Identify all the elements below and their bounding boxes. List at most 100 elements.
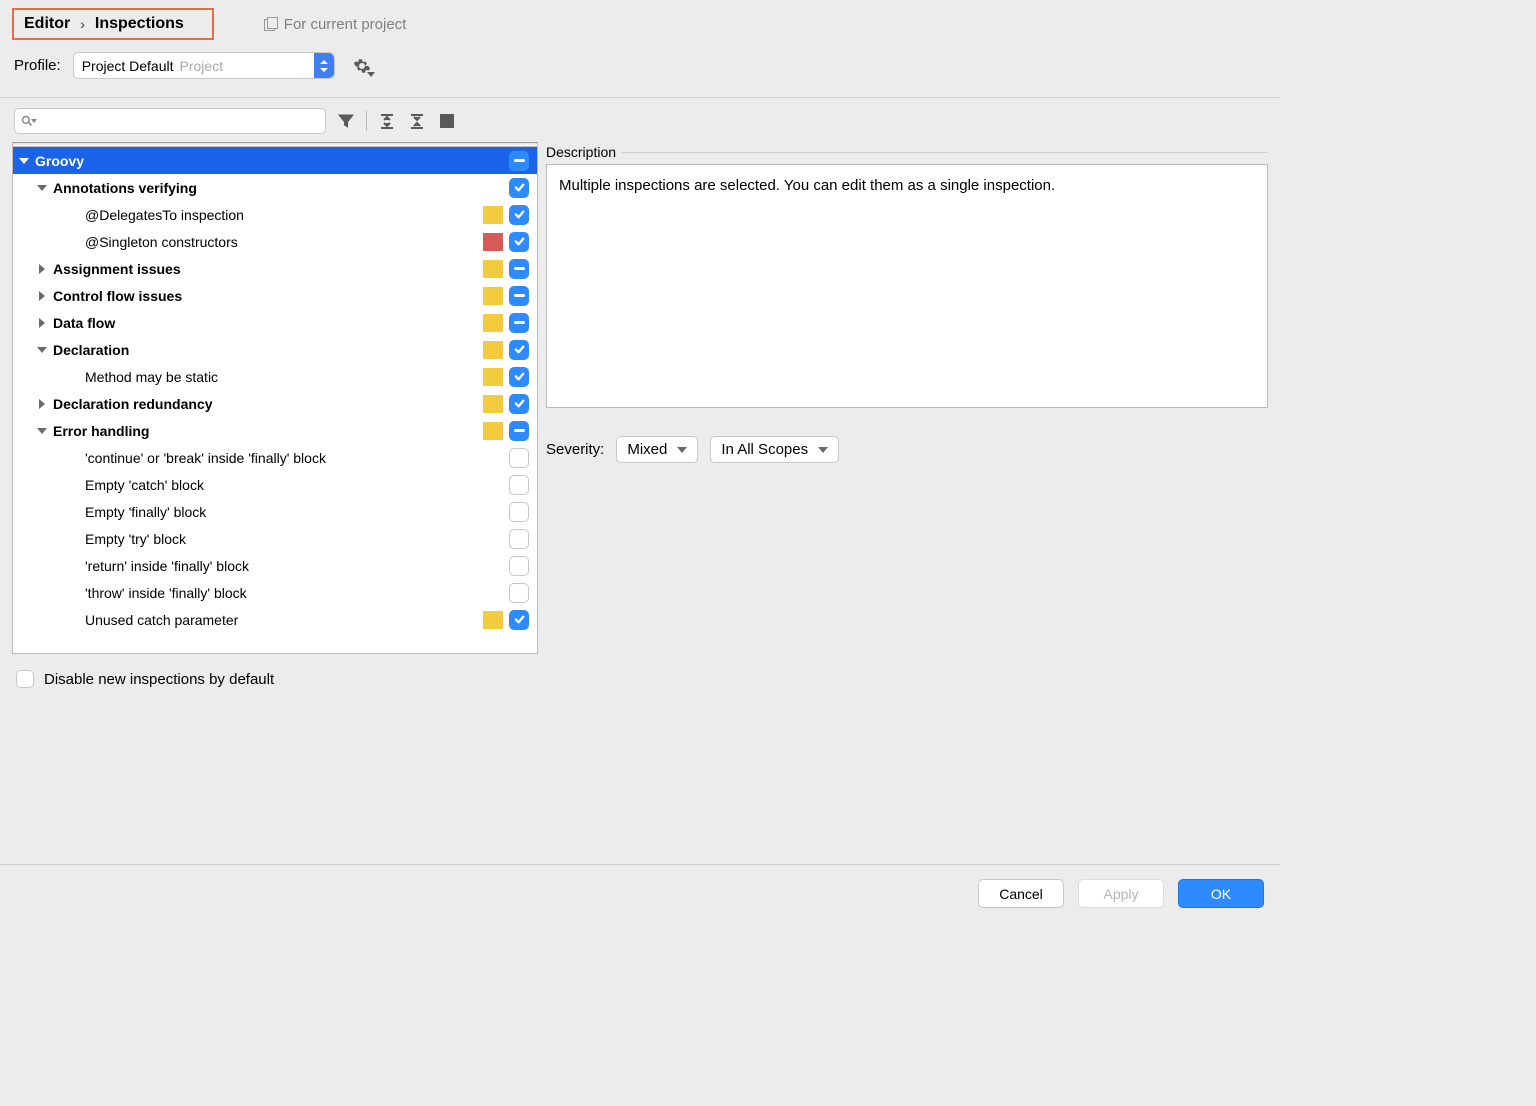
project-icon <box>264 17 278 31</box>
severity-warning-icon <box>483 260 503 278</box>
checkbox-off[interactable] <box>509 556 529 576</box>
tree-group-controlflow[interactable]: Control flow issues <box>13 282 537 309</box>
tree-item[interactable]: @Singleton constructors <box>13 228 537 255</box>
checkbox-off[interactable] <box>509 502 529 522</box>
tree-label: 'throw' inside 'finally' block <box>81 585 509 601</box>
tree-item[interactable]: Empty 'catch' block <box>13 471 537 498</box>
severity-label: Severity: <box>546 441 604 458</box>
tree-label: Annotations verifying <box>49 180 509 196</box>
checkbox-on[interactable] <box>509 367 529 387</box>
profile-settings-button[interactable] <box>353 57 371 75</box>
tree-item[interactable]: Unused catch parameter <box>13 606 537 633</box>
chevron-down-icon <box>37 185 47 191</box>
tree-item[interactable]: 'continue' or 'break' inside 'finally' b… <box>13 444 537 471</box>
severity-warning-icon <box>483 206 503 224</box>
checkbox-off[interactable] <box>509 448 529 468</box>
chevron-down-icon <box>37 347 47 353</box>
checkbox-mixed[interactable] <box>509 259 529 279</box>
tree-group-decl-redundancy[interactable]: Declaration redundancy <box>13 390 537 417</box>
chevron-down-icon <box>31 119 37 123</box>
tree-group-declaration[interactable]: Declaration <box>13 336 537 363</box>
tree-label: Declaration redundancy <box>49 396 483 412</box>
for-current-project-text: For current project <box>284 16 407 33</box>
breadcrumb-inspections[interactable]: Inspections <box>95 15 184 33</box>
filter-button[interactable] <box>336 111 356 131</box>
checkbox-mixed[interactable] <box>509 286 529 306</box>
tree-label: Declaration <box>49 342 483 358</box>
chevron-down-icon <box>367 72 375 77</box>
tree-label: Assignment issues <box>49 261 483 277</box>
tree-item[interactable]: @DelegatesTo inspection <box>13 201 537 228</box>
chevron-right-icon: › <box>80 16 85 32</box>
tree-label: Control flow issues <box>49 288 483 304</box>
divider <box>622 152 1268 153</box>
chevron-right-icon <box>39 264 45 274</box>
scope-select[interactable]: In All Scopes <box>710 436 839 463</box>
severity-warning-icon <box>483 341 503 359</box>
checkbox-mixed[interactable] <box>509 421 529 441</box>
chevron-down-icon <box>19 158 29 164</box>
profile-select[interactable]: Project Default Project <box>73 52 335 79</box>
severity-warning-icon <box>483 395 503 413</box>
profile-select-value: Project Default <box>82 58 174 74</box>
severity-warning-icon <box>483 368 503 386</box>
severity-error-icon <box>483 233 503 251</box>
checkbox-on[interactable] <box>509 205 529 225</box>
checkbox-on[interactable] <box>509 232 529 252</box>
disable-new-inspections-label: Disable new inspections by default <box>44 671 274 688</box>
severity-warning-icon <box>483 611 503 629</box>
search-input[interactable] <box>14 108 326 134</box>
checkbox-on[interactable] <box>509 178 529 198</box>
collapse-all-button[interactable] <box>407 111 427 131</box>
apply-button: Apply <box>1078 879 1164 908</box>
expand-all-button[interactable] <box>377 111 397 131</box>
checkbox-on[interactable] <box>509 394 529 414</box>
ok-button[interactable]: OK <box>1178 879 1264 908</box>
tree-label: Groovy <box>31 153 509 169</box>
tree-label: Method may be static <box>81 369 483 385</box>
disable-new-inspections-checkbox[interactable] <box>16 670 34 688</box>
tree-label: Empty 'finally' block <box>81 504 509 520</box>
severity-warning-icon <box>483 287 503 305</box>
checkbox-off[interactable] <box>509 583 529 603</box>
tree-group-error-handling[interactable]: Error handling <box>13 417 537 444</box>
checkbox-on[interactable] <box>509 610 529 630</box>
scope-value: In All Scopes <box>721 441 808 458</box>
checkbox-mixed[interactable] <box>509 313 529 333</box>
chevron-right-icon <box>39 318 45 328</box>
severity-value: Mixed <box>627 441 667 458</box>
checkbox-mixed[interactable] <box>509 151 529 171</box>
chevron-down-icon <box>818 447 828 453</box>
tree-label: Empty 'try' block <box>81 531 509 547</box>
profile-select-scope: Project <box>180 58 224 74</box>
severity-select[interactable]: Mixed <box>616 436 698 463</box>
tree-label: Error handling <box>49 423 483 439</box>
divider <box>366 111 367 131</box>
tree-item[interactable]: 'return' inside 'finally' block <box>13 552 537 579</box>
severity-warning-icon <box>483 314 503 332</box>
inspections-tree[interactable]: Groovy Annotations verifying @DelegatesT… <box>12 142 538 654</box>
tree-label: 'return' inside 'finally' block <box>81 558 509 574</box>
tree-item[interactable]: Empty 'finally' block <box>13 498 537 525</box>
tree-group-dataflow[interactable]: Data flow <box>13 309 537 336</box>
tree-group-assignment[interactable]: Assignment issues <box>13 255 537 282</box>
profile-label: Profile: <box>14 57 61 74</box>
tree-label: Data flow <box>49 315 483 331</box>
for-current-project-label: For current project <box>264 16 407 33</box>
tree-item[interactable]: 'throw' inside 'finally' block <box>13 579 537 606</box>
checkbox-off[interactable] <box>509 475 529 495</box>
checkbox-off[interactable] <box>509 529 529 549</box>
tree-label: Unused catch parameter <box>81 612 483 628</box>
cancel-button[interactable]: Cancel <box>978 879 1064 908</box>
tree-group-annotations[interactable]: Annotations verifying <box>13 174 537 201</box>
chevron-right-icon <box>39 399 45 409</box>
severity-warning-icon <box>483 422 503 440</box>
chevron-right-icon <box>39 291 45 301</box>
breadcrumb-editor[interactable]: Editor <box>24 15 70 33</box>
description-heading: Description <box>546 144 616 160</box>
reset-button[interactable] <box>437 111 457 131</box>
tree-group-groovy[interactable]: Groovy <box>13 147 537 174</box>
checkbox-on[interactable] <box>509 340 529 360</box>
tree-item[interactable]: Empty 'try' block <box>13 525 537 552</box>
tree-item[interactable]: Method may be static <box>13 363 537 390</box>
